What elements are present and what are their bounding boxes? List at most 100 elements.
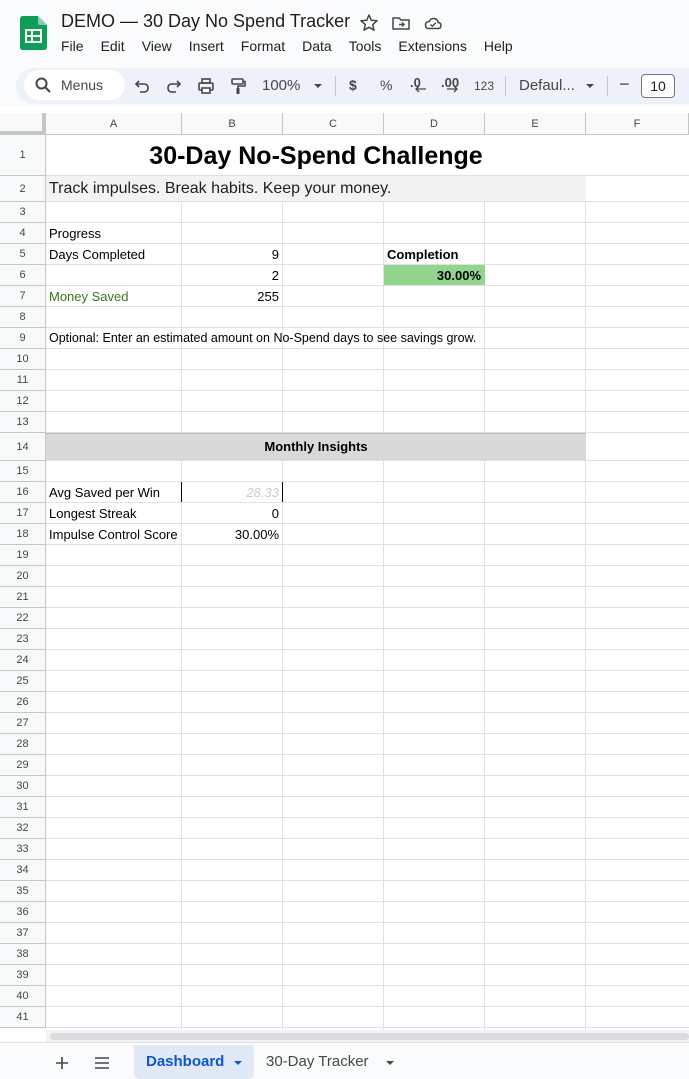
- row-header[interactable]: 5: [0, 244, 46, 265]
- column-header-b[interactable]: B: [182, 113, 283, 135]
- row-header[interactable]: 35: [0, 881, 46, 902]
- chevron-down-icon[interactable]: [384, 1057, 396, 1069]
- font-select[interactable]: Defaul...: [519, 77, 575, 94]
- gridline: [46, 306, 689, 307]
- add-sheet-icon[interactable]: [54, 1055, 70, 1071]
- avg-saved-label: Avg Saved per Win: [49, 485, 161, 500]
- row-header[interactable]: 11: [0, 370, 46, 391]
- row-header[interactable]: 15: [0, 461, 46, 482]
- row-header[interactable]: 25: [0, 671, 46, 692]
- select-all-corner[interactable]: [0, 113, 46, 135]
- row-header[interactable]: 16: [0, 482, 46, 503]
- row-header[interactable]: 20: [0, 566, 46, 587]
- row-header[interactable]: 19: [0, 545, 46, 566]
- gridline: [46, 607, 689, 608]
- gridline: [46, 628, 689, 629]
- cloud-saved-icon[interactable]: [423, 13, 443, 33]
- percent-format-button[interactable]: %: [380, 77, 392, 93]
- toolbar-separator: [505, 76, 506, 96]
- row-header[interactable]: 27: [0, 713, 46, 734]
- all-sheets-menu-icon[interactable]: [93, 1055, 111, 1071]
- row-header[interactable]: 30: [0, 776, 46, 797]
- gridline: [46, 565, 689, 566]
- chevron-down-icon[interactable]: [581, 77, 599, 95]
- row-header[interactable]: 4: [0, 223, 46, 244]
- progress-label: Progress: [49, 226, 102, 241]
- row-header[interactable]: 33: [0, 839, 46, 860]
- gridline: [46, 460, 689, 461]
- row-header[interactable]: 34: [0, 860, 46, 881]
- paint-format-icon[interactable]: [229, 77, 247, 95]
- row-header[interactable]: 31: [0, 797, 46, 818]
- column-header-a[interactable]: A: [46, 113, 182, 135]
- column-header-d[interactable]: D: [384, 113, 485, 135]
- undo-icon[interactable]: [133, 77, 151, 95]
- decrease-font-size-button[interactable]: −: [619, 74, 630, 95]
- impulse-control-value: 30.00%: [234, 527, 279, 542]
- redo-icon[interactable]: [165, 77, 183, 95]
- row-header[interactable]: 13: [0, 412, 46, 433]
- menus-search-label: Menus: [61, 77, 104, 93]
- chevron-down-icon[interactable]: [232, 1057, 244, 1069]
- row-header[interactable]: 8: [0, 307, 46, 328]
- row-header[interactable]: 14: [0, 433, 46, 461]
- gridline: [46, 754, 689, 755]
- row-header[interactable]: 17: [0, 503, 46, 524]
- row-header[interactable]: 3: [0, 202, 46, 223]
- row-header[interactable]: 37: [0, 923, 46, 944]
- row-header[interactable]: 40: [0, 986, 46, 1007]
- number-format-button[interactable]: 123: [474, 79, 494, 93]
- menu-insert[interactable]: Insert: [189, 38, 224, 54]
- row-header[interactable]: 9: [0, 328, 46, 349]
- gridline: [46, 432, 689, 433]
- row-header[interactable]: 36: [0, 902, 46, 923]
- longest-streak-value: 0: [271, 506, 279, 521]
- menu-data[interactable]: Data: [302, 38, 332, 54]
- row-header[interactable]: 22: [0, 608, 46, 629]
- move-to-folder-icon[interactable]: [391, 13, 411, 33]
- print-icon[interactable]: [197, 77, 215, 95]
- menu-format[interactable]: Format: [241, 38, 285, 54]
- menu-file[interactable]: File: [61, 38, 84, 54]
- gridline: [46, 985, 689, 986]
- row-header[interactable]: 28: [0, 734, 46, 755]
- row-header[interactable]: 26: [0, 692, 46, 713]
- menu-help[interactable]: Help: [484, 38, 513, 54]
- row-header[interactable]: 39: [0, 965, 46, 986]
- row-header[interactable]: 12: [0, 391, 46, 412]
- title-bar: [0, 0, 689, 66]
- column-header-c[interactable]: C: [283, 113, 384, 135]
- row-header[interactable]: 32: [0, 818, 46, 839]
- row-header[interactable]: 21: [0, 587, 46, 608]
- document-title[interactable]: DEMO — 30 Day No Spend Tracker: [61, 11, 350, 32]
- row-header[interactable]: 41: [0, 1007, 46, 1028]
- row-header[interactable]: 38: [0, 944, 46, 965]
- column-header-f[interactable]: F: [586, 113, 689, 135]
- row-header[interactable]: 6: [0, 265, 46, 286]
- row-header[interactable]: 29: [0, 755, 46, 776]
- tab-30-day-tracker[interactable]: 30-Day Tracker: [266, 1045, 369, 1079]
- row-header[interactable]: 10: [0, 349, 46, 370]
- row-header[interactable]: 24: [0, 650, 46, 671]
- gridline: [46, 733, 689, 734]
- menu-tools[interactable]: Tools: [349, 38, 382, 54]
- row-header[interactable]: 1: [0, 135, 46, 176]
- menu-edit[interactable]: Edit: [101, 38, 125, 54]
- currency-format-button[interactable]: $: [349, 77, 357, 93]
- row-header[interactable]: 7: [0, 286, 46, 307]
- zoom-select[interactable]: 100%: [262, 77, 300, 94]
- gridline: [46, 964, 689, 965]
- font-size-input[interactable]: 10: [641, 74, 675, 98]
- optional-note: Optional: Enter an estimated amount on N…: [49, 331, 477, 345]
- row-header[interactable]: 2: [0, 176, 46, 202]
- star-icon[interactable]: [359, 13, 379, 33]
- menu-view[interactable]: View: [142, 38, 172, 54]
- scrollbar-thumb[interactable]: [50, 1033, 689, 1040]
- column-header-e[interactable]: E: [485, 113, 586, 135]
- row-header[interactable]: 18: [0, 524, 46, 545]
- menu-extensions[interactable]: Extensions: [398, 38, 466, 54]
- sheets-logo-icon[interactable]: [20, 16, 47, 50]
- gridline: [46, 670, 689, 671]
- chevron-down-icon[interactable]: [309, 77, 327, 95]
- row-header[interactable]: 23: [0, 629, 46, 650]
